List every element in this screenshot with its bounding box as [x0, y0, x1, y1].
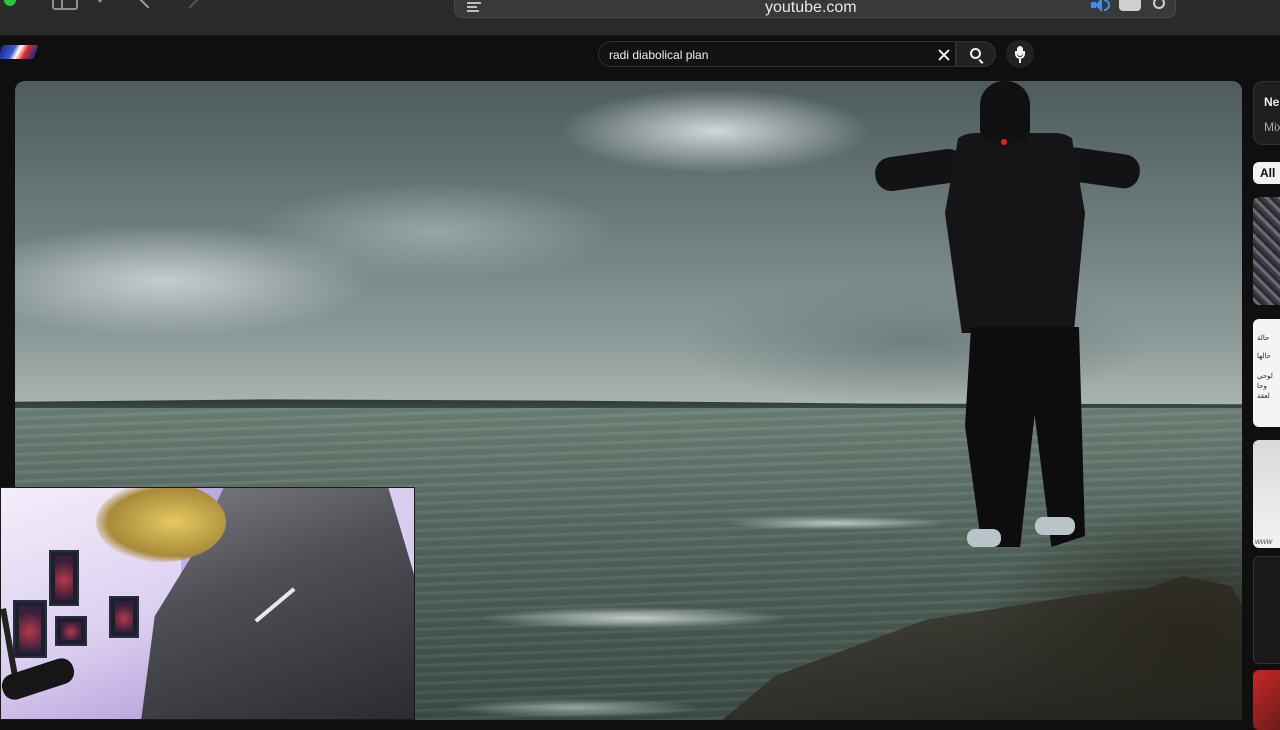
sidebar-toggle-icon[interactable] — [52, 0, 78, 10]
video-thumbnail[interactable] — [1253, 670, 1280, 730]
back-arrow-icon[interactable] — [139, 0, 157, 9]
reload-icon[interactable] — [1153, 0, 1165, 9]
video-thumbnail[interactable] — [1253, 556, 1280, 664]
wall-frame — [55, 616, 87, 646]
search-button[interactable] — [956, 41, 996, 67]
webcam-overlay — [0, 487, 415, 720]
youtube-header — [0, 36, 1280, 80]
clear-search-icon[interactable] — [935, 46, 953, 64]
up-next-mix-card[interactable]: Ne Mix — [1253, 81, 1280, 145]
mix-card-subtitle: Mix — [1264, 120, 1280, 134]
extension-icon[interactable] — [1119, 0, 1141, 11]
chip-all[interactable]: All — [1253, 162, 1280, 184]
wall-frame — [109, 596, 139, 638]
url-text: youtube.com — [765, 0, 857, 16]
address-bar[interactable]: youtube.com — [454, 0, 1176, 18]
voice-search-button[interactable] — [1006, 40, 1034, 68]
chevron-down-icon[interactable] — [96, 0, 104, 3]
channel-logo-icon[interactable] — [0, 45, 39, 59]
reader-menu-icon[interactable] — [467, 2, 481, 14]
window-zoom-button[interactable] — [4, 0, 16, 6]
mix-card-title: Ne — [1264, 95, 1280, 109]
video-thumbnail[interactable] — [1253, 197, 1280, 305]
video-frame-figure — [873, 81, 1145, 571]
video-thumbnail[interactable]: www — [1253, 440, 1280, 548]
video-thumbnail[interactable]: حالة حالها لوحي وحا لعقة — [1253, 319, 1280, 427]
search-icon — [970, 48, 981, 59]
search-input[interactable] — [609, 46, 929, 64]
browser-toolbar: youtube.com — [0, 0, 1280, 36]
wall-frame — [49, 550, 79, 606]
audio-playing-icon[interactable] — [1091, 0, 1111, 12]
forward-arrow-icon[interactable] — [181, 0, 199, 9]
search-box — [598, 41, 956, 67]
wall-frame — [13, 600, 47, 658]
